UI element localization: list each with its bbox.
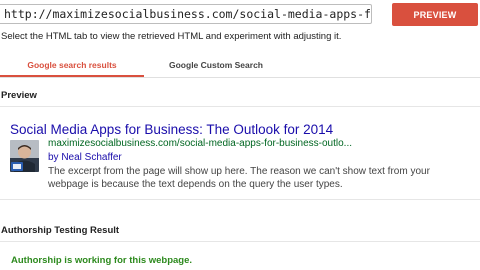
author-avatar [10, 140, 39, 172]
authorship-top-divider [0, 199, 480, 200]
tab-divider [0, 77, 480, 78]
tab-google-search-results[interactable]: Google search results [0, 56, 144, 78]
preview-divider [0, 106, 480, 107]
preview-heading: Preview [1, 90, 37, 101]
authorship-heading: Authorship Testing Result [1, 225, 120, 236]
instructions-text: Select the HTML tab to view the retrieve… [1, 31, 342, 42]
author-photo-icon [10, 140, 39, 172]
authorship-divider [0, 241, 480, 242]
authorship-status: Authorship is working for this webpage. [11, 255, 193, 266]
preview-button[interactable]: PREVIEW [392, 3, 478, 26]
result-author-link[interactable]: by Neal Schaffer [48, 152, 122, 163]
tab-google-custom-search[interactable]: Google Custom Search [144, 56, 288, 75]
result-snippet: The excerpt from the page will show up h… [48, 166, 430, 190]
tab-bar: Google search results Google Custom Sear… [0, 56, 480, 78]
result-url[interactable]: maximizesocialbusiness.com/social-media-… [48, 138, 352, 149]
url-input[interactable] [0, 4, 372, 24]
result-title-link[interactable]: Social Media Apps for Business: The Outl… [10, 122, 333, 137]
